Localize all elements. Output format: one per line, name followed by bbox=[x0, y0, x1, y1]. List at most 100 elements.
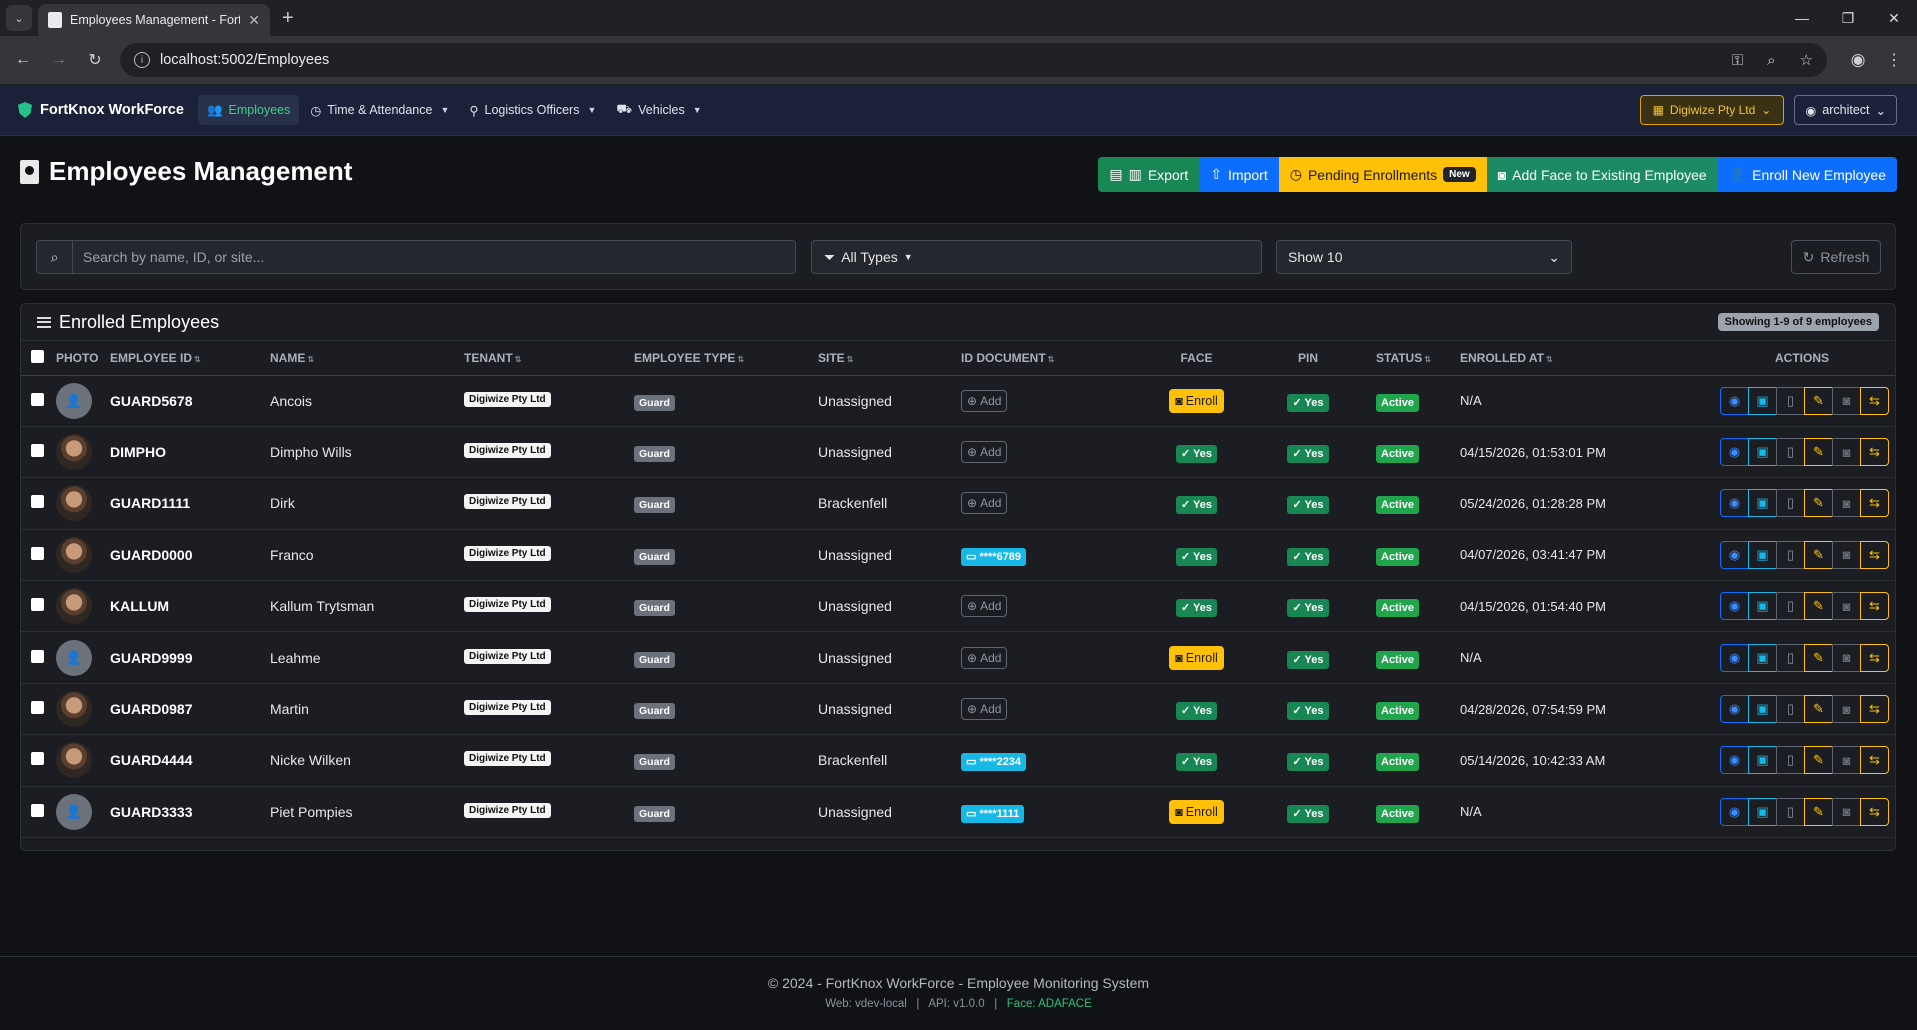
view-eye-icon[interactable]: ◉ bbox=[1720, 695, 1749, 724]
view-eye-icon[interactable]: ◉ bbox=[1720, 643, 1749, 672]
edit-pencil-icon[interactable]: ✎ bbox=[1804, 540, 1833, 569]
id-document-badge[interactable]: ▭ ****1111 bbox=[961, 804, 1025, 823]
edit-pencil-icon[interactable]: ✎ bbox=[1804, 695, 1833, 724]
row-checkbox[interactable] bbox=[31, 495, 44, 509]
transfer-arrows-icon[interactable]: ⇆ bbox=[1860, 540, 1889, 569]
camera-icon[interactable]: ◙ bbox=[1832, 797, 1861, 826]
employee-photo[interactable] bbox=[56, 588, 92, 625]
new-tab-icon[interactable]: + bbox=[282, 7, 294, 30]
back-icon[interactable]: ← bbox=[8, 45, 38, 75]
add-id-document-button[interactable]: ⊕ Add bbox=[961, 492, 1008, 515]
view-eye-icon[interactable]: ◉ bbox=[1720, 746, 1749, 775]
face-image-icon[interactable]: ▣ bbox=[1748, 695, 1777, 724]
col-employee-type[interactable]: EMPLOYEE TYPE ⇅ bbox=[634, 341, 818, 376]
select-all-checkbox[interactable] bbox=[31, 349, 44, 363]
close-tab-icon[interactable]: ✕ bbox=[248, 12, 260, 29]
transfer-arrows-icon[interactable]: ⇆ bbox=[1860, 489, 1889, 518]
enroll-face-button[interactable]: ◙ Enroll bbox=[1169, 799, 1224, 824]
edit-pencil-icon[interactable]: ✎ bbox=[1804, 592, 1833, 621]
close-window-icon[interactable]: ✕ bbox=[1871, 0, 1917, 36]
forward-icon[interactable]: → bbox=[44, 45, 74, 75]
transfer-arrows-icon[interactable]: ⇆ bbox=[1860, 797, 1889, 826]
col-employee-id[interactable]: EMPLOYEE ID ⇅ bbox=[110, 341, 270, 376]
edit-pencil-icon[interactable]: ✎ bbox=[1804, 386, 1833, 415]
enroll-new-employee-button[interactable]: 👤 Enroll New Employee bbox=[1717, 157, 1897, 192]
view-eye-icon[interactable]: ◉ bbox=[1720, 540, 1749, 569]
col-site[interactable]: SITE ⇅ bbox=[818, 341, 961, 376]
face-image-icon[interactable]: ▣ bbox=[1748, 592, 1777, 621]
employee-photo[interactable] bbox=[56, 742, 92, 779]
document-icon[interactable]: ▯ bbox=[1776, 489, 1805, 518]
bookmark-star-icon[interactable]: ☆ bbox=[1800, 51, 1813, 69]
add-face-button[interactable]: ◙ Add Face to Existing Employee bbox=[1486, 157, 1718, 192]
row-checkbox[interactable] bbox=[31, 444, 44, 458]
face-image-icon[interactable]: ▣ bbox=[1748, 540, 1777, 569]
nav-employees[interactable]: 👥 Employees bbox=[197, 95, 300, 125]
employee-photo[interactable] bbox=[56, 485, 92, 522]
enroll-face-button[interactable]: ◙ Enroll bbox=[1169, 645, 1224, 670]
edit-pencil-icon[interactable]: ✎ bbox=[1804, 797, 1833, 826]
face-image-icon[interactable]: ▣ bbox=[1748, 386, 1777, 415]
face-image-icon[interactable]: ▣ bbox=[1748, 746, 1777, 775]
row-checkbox[interactable] bbox=[31, 546, 44, 560]
col-tenant[interactable]: TENANT ⇅ bbox=[464, 341, 634, 376]
row-checkbox[interactable] bbox=[31, 701, 44, 715]
type-filter-dropdown[interactable]: ⏷ All Types ▼ bbox=[811, 240, 1262, 274]
transfer-arrows-icon[interactable]: ⇆ bbox=[1860, 695, 1889, 724]
camera-icon[interactable]: ◙ bbox=[1832, 386, 1861, 415]
reload-icon[interactable]: ↻ bbox=[80, 45, 110, 75]
nav-time-attendance[interactable]: ◷ Time & Attendance ▼ bbox=[301, 95, 458, 125]
restore-icon[interactable]: ❐ bbox=[1825, 0, 1871, 36]
camera-icon[interactable]: ◙ bbox=[1832, 643, 1861, 672]
employee-photo[interactable] bbox=[56, 691, 92, 728]
col-id-document[interactable]: ID DOCUMENT ⇅ bbox=[961, 341, 1153, 376]
face-image-icon[interactable]: ▣ bbox=[1748, 489, 1777, 518]
url-field[interactable]: i localhost:5002/Employees ⚿ ⌕ ☆ bbox=[120, 43, 1827, 77]
col-name[interactable]: NAME ⇅ bbox=[270, 341, 464, 376]
nav-logistics-officers[interactable]: ⚲ Logistics Officers ▼ bbox=[460, 95, 605, 125]
row-checkbox[interactable] bbox=[31, 649, 44, 663]
nav-vehicles[interactable]: ⛟ Vehicles ▼ bbox=[607, 95, 710, 125]
tab-search-icon[interactable]: ⌄ bbox=[6, 5, 32, 31]
site-info-icon[interactable]: i bbox=[134, 52, 150, 68]
row-checkbox[interactable] bbox=[31, 803, 44, 817]
zoom-icon[interactable]: ⌕ bbox=[1767, 52, 1775, 69]
brand[interactable]: FortKnox WorkForce bbox=[18, 102, 184, 118]
browser-menu-icon[interactable]: ⋮ bbox=[1879, 45, 1909, 75]
row-checkbox[interactable] bbox=[31, 598, 44, 612]
row-checkbox[interactable] bbox=[31, 752, 44, 766]
document-icon[interactable]: ▯ bbox=[1776, 592, 1805, 621]
document-icon[interactable]: ▯ bbox=[1776, 643, 1805, 672]
camera-icon[interactable]: ◙ bbox=[1832, 695, 1861, 724]
add-id-document-button[interactable]: ⊕ Add bbox=[961, 646, 1008, 669]
view-eye-icon[interactable]: ◉ bbox=[1720, 797, 1749, 826]
import-button[interactable]: ⇧ Import bbox=[1199, 157, 1279, 192]
document-icon[interactable]: ▯ bbox=[1776, 746, 1805, 775]
export-button[interactable]: ▤ ▥ Export bbox=[1098, 157, 1200, 192]
edit-pencil-icon[interactable]: ✎ bbox=[1804, 438, 1833, 467]
document-icon[interactable]: ▯ bbox=[1776, 386, 1805, 415]
employee-photo[interactable] bbox=[56, 536, 92, 573]
camera-icon[interactable]: ◙ bbox=[1832, 592, 1861, 621]
view-eye-icon[interactable]: ◉ bbox=[1720, 386, 1749, 415]
face-image-icon[interactable]: ▣ bbox=[1748, 797, 1777, 826]
transfer-arrows-icon[interactable]: ⇆ bbox=[1860, 643, 1889, 672]
add-id-document-button[interactable]: ⊕ Add bbox=[961, 389, 1008, 412]
pending-enrollments-button[interactable]: ◷ Pending Enrollments New bbox=[1278, 157, 1487, 192]
face-image-icon[interactable]: ▣ bbox=[1748, 438, 1777, 467]
col-status[interactable]: STATUS ⇅ bbox=[1376, 341, 1460, 376]
user-menu[interactable]: ◉ architect ⌄ bbox=[1794, 95, 1897, 125]
id-document-badge[interactable]: ▭ ****2234 bbox=[961, 753, 1027, 772]
camera-icon[interactable]: ◙ bbox=[1832, 438, 1861, 467]
minimize-icon[interactable]: — bbox=[1779, 0, 1825, 36]
browser-tab[interactable]: Employees Management - FortKnox WorkForc… bbox=[38, 4, 270, 36]
camera-icon[interactable]: ◙ bbox=[1832, 746, 1861, 775]
edit-pencil-icon[interactable]: ✎ bbox=[1804, 643, 1833, 672]
edit-pencil-icon[interactable]: ✎ bbox=[1804, 489, 1833, 518]
password-key-icon[interactable]: ⚿ bbox=[1732, 52, 1743, 69]
row-checkbox[interactable] bbox=[31, 392, 44, 406]
profile-icon[interactable]: ◉ bbox=[1843, 45, 1873, 75]
view-eye-icon[interactable]: ◉ bbox=[1720, 438, 1749, 467]
col-enrolled-at[interactable]: ENROLLED AT ⇅ bbox=[1460, 341, 1709, 376]
enroll-face-button[interactable]: ◙ Enroll bbox=[1169, 388, 1224, 413]
